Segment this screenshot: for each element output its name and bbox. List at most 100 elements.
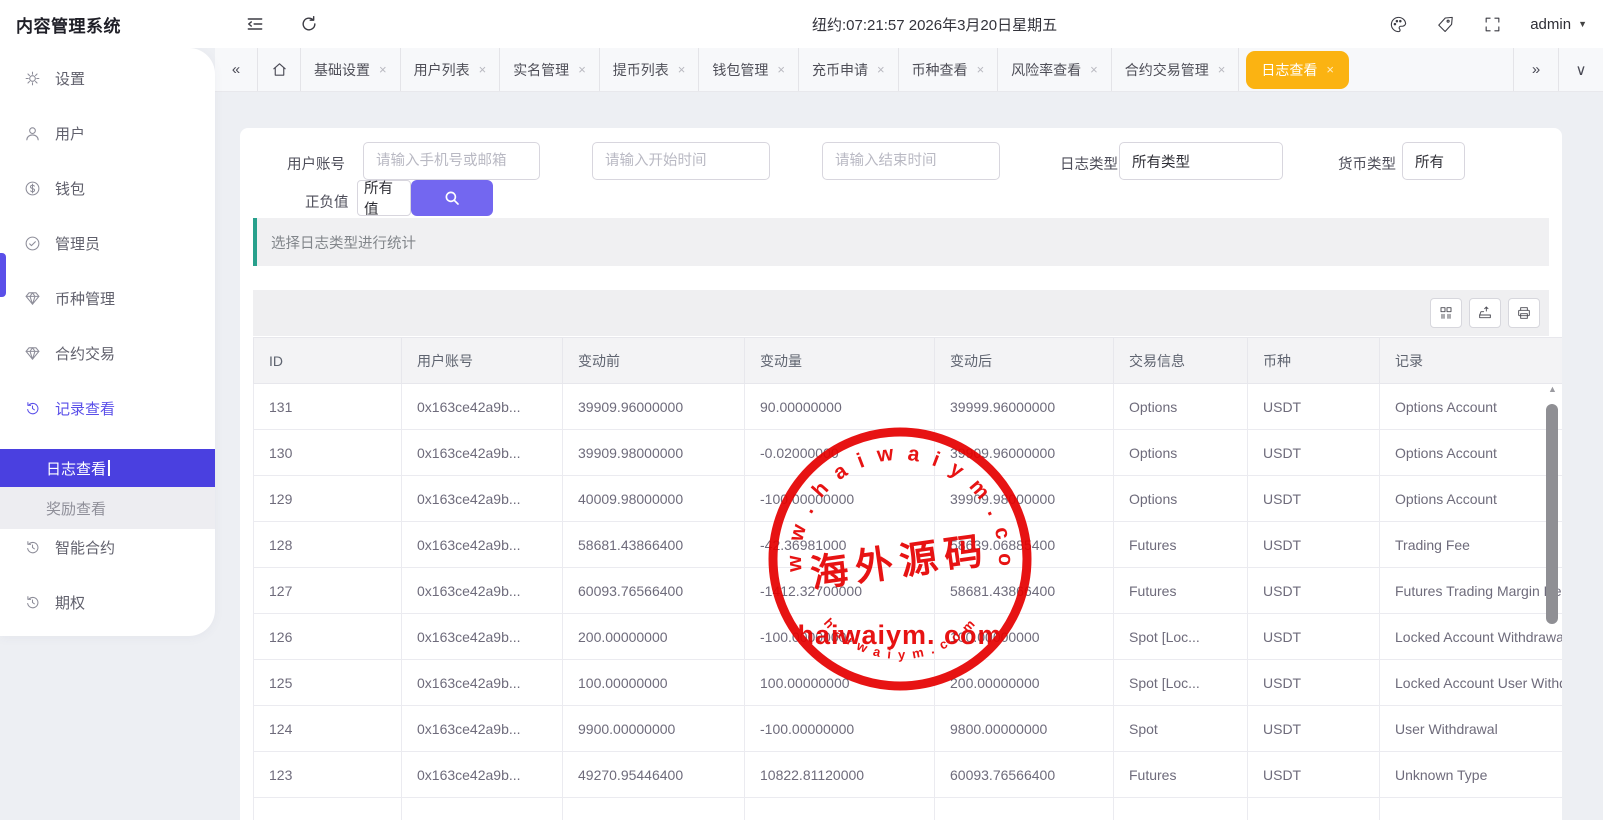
tabs-scroll-right-button[interactable]: » xyxy=(1513,48,1558,91)
cell-before: 9900.00000000 xyxy=(563,706,745,752)
column-header-change: 变动量 xyxy=(745,338,935,384)
sidebar-item-log-view[interactable]: 日志查看 xyxy=(0,449,215,487)
tab-contract-trade-mgmt[interactable]: 合约交易管理× xyxy=(1112,48,1240,91)
top-bar: 内容管理系统 纽约:07:21:57 2026年3月20日星期五 admin ▼ xyxy=(0,0,1603,48)
column-header-trade-info: 交易信息 xyxy=(1114,338,1248,384)
home-tab-button[interactable] xyxy=(258,48,301,91)
close-icon[interactable]: × xyxy=(578,62,586,77)
sidebar-item-reward-view[interactable]: 奖励查看 xyxy=(0,487,215,529)
end-time-input[interactable] xyxy=(822,142,1000,180)
close-icon[interactable]: × xyxy=(1218,62,1226,77)
refresh-button[interactable] xyxy=(299,14,319,34)
start-time-input[interactable] xyxy=(592,142,770,180)
tab-label: 日志查看 xyxy=(1261,60,1317,80)
sidebar-item-smart-contract[interactable]: 智能合约 xyxy=(0,533,215,561)
tab-wallet-mgmt[interactable]: 钱包管理× xyxy=(699,48,799,91)
sidebar-item-label: 钱包 xyxy=(55,178,85,199)
app-title: 内容管理系统 xyxy=(0,12,215,37)
cell-coin: USDT xyxy=(1248,384,1380,430)
wallet-icon xyxy=(24,180,41,197)
tab-basic-settings[interactable]: 基础设置× xyxy=(301,48,401,91)
tag-button[interactable] xyxy=(1436,15,1455,34)
tab-log-view[interactable]: 日志查看 × xyxy=(1246,51,1349,89)
table-scrollbar: ▲ xyxy=(1546,382,1559,820)
close-icon[interactable]: × xyxy=(479,62,487,77)
sidebar-item-coin-mgmt[interactable]: 币种管理 xyxy=(0,284,215,312)
cell-change: -0.02000000 xyxy=(745,430,935,476)
close-icon[interactable]: × xyxy=(678,62,686,77)
export-button[interactable] xyxy=(1469,298,1501,328)
chevron-down-icon: ∨ xyxy=(1576,61,1587,79)
cell-after: 39909.98000000 xyxy=(935,476,1114,522)
cell-id: 129 xyxy=(254,476,402,522)
cell-record: Options Account xyxy=(1380,384,1563,430)
tab-kyc-mgmt[interactable]: 实名管理× xyxy=(500,48,600,91)
table-row[interactable]: 1300x163ce42a9b...39909.98000000-0.02000… xyxy=(254,430,1563,476)
search-icon xyxy=(443,189,461,207)
table-row[interactable]: 1250x163ce42a9b...100.00000000100.000000… xyxy=(254,660,1563,706)
table-row[interactable]: 1280x163ce42a9b...58681.43866400-42.3698… xyxy=(254,522,1563,568)
tab-withdraw-list[interactable]: 提币列表× xyxy=(600,48,700,91)
tabs-menu-button[interactable]: ∨ xyxy=(1558,48,1603,91)
menu-fold-icon xyxy=(245,14,265,34)
column-visibility-button[interactable] xyxy=(1430,298,1462,328)
cell-record: User Withdrawal xyxy=(1380,706,1563,752)
table-row[interactable]: 1260x163ce42a9b...200.00000000-100.00000… xyxy=(254,614,1563,660)
sidebar-item-contract-trade[interactable]: 合约交易 xyxy=(0,339,215,367)
sidebar-item-wallet[interactable]: 钱包 xyxy=(0,174,215,202)
close-icon[interactable]: × xyxy=(1326,62,1334,77)
cell-after: 58639.06885400 xyxy=(935,522,1114,568)
close-icon[interactable]: × xyxy=(379,62,387,77)
table-row[interactable]: 1310x163ce42a9b...39909.9600000090.00000… xyxy=(254,384,1563,430)
table-row[interactable]: 1270x163ce42a9b...60093.76566400-1412.32… xyxy=(254,568,1563,614)
sidebar-item-record-view[interactable]: 记录查看 xyxy=(0,394,215,422)
close-icon[interactable]: × xyxy=(777,62,785,77)
cell-record: Options Account xyxy=(1380,430,1563,476)
cell-before: 49270.95446400 xyxy=(563,752,745,798)
export-icon xyxy=(1477,305,1493,321)
cell-change: -1412.32700000 xyxy=(745,568,935,614)
log-type-select[interactable]: 所有类型 xyxy=(1119,142,1283,180)
cell-coin: USDT xyxy=(1248,476,1380,522)
currency-type-select[interactable]: 所有 xyxy=(1402,142,1465,180)
cell-account: 0x163ce42a9b... xyxy=(402,660,563,706)
table-body: 1310x163ce42a9b...39909.9600000090.00000… xyxy=(254,384,1563,820)
table-row[interactable]: 1230x163ce42a9b...49270.9544640010822.81… xyxy=(254,752,1563,798)
sidebar-item-settings[interactable]: 设置 xyxy=(0,64,215,92)
account-input[interactable] xyxy=(363,142,540,180)
cell-trade-info: Spot [Loc... xyxy=(1114,660,1248,706)
tab-risk-rate-view[interactable]: 风险率查看× xyxy=(998,48,1112,91)
sidebar-item-label: 设置 xyxy=(55,68,85,89)
cell-coin: USDT xyxy=(1248,522,1380,568)
tab-deposit-requests[interactable]: 充币申请× xyxy=(799,48,899,91)
close-icon[interactable]: × xyxy=(1090,62,1098,77)
close-icon[interactable]: × xyxy=(977,62,985,77)
log-type-value: 所有类型 xyxy=(1132,151,1190,172)
scrollbar-thumb[interactable] xyxy=(1546,404,1558,624)
cell-after: 9800.00000000 xyxy=(935,706,1114,752)
search-button[interactable] xyxy=(411,180,493,216)
table-row-partial xyxy=(254,798,1563,820)
fullscreen-button[interactable] xyxy=(1483,15,1502,34)
table-header-row: ID用户账号变动前变动量变动后交易信息币种记录创建时间 xyxy=(254,338,1563,384)
cell-before: 100.00000000 xyxy=(563,660,745,706)
close-icon[interactable]: × xyxy=(877,62,885,77)
table-row[interactable]: 1290x163ce42a9b...40009.98000000-100.000… xyxy=(254,476,1563,522)
tab-user-list[interactable]: 用户列表× xyxy=(401,48,501,91)
sign-select[interactable]: 所有值 xyxy=(357,180,411,216)
page: { "topbar": { "app_title": "内容管理系统", "cl… xyxy=(0,0,1603,820)
sidebar-item-options[interactable]: 期权 xyxy=(0,588,215,616)
tab-coin-view[interactable]: 币种查看 × xyxy=(899,48,999,91)
print-button[interactable] xyxy=(1508,298,1540,328)
sidebar-item-admins[interactable]: 管理员 xyxy=(0,229,215,257)
theme-button[interactable] xyxy=(1389,15,1408,34)
tab-label: 币种查看 xyxy=(912,60,968,80)
scroll-up-icon[interactable]: ▲ xyxy=(1546,382,1559,396)
sidebar-collapse-button[interactable] xyxy=(245,14,265,34)
cell-record: Locked Account Withdrawal Success xyxy=(1380,614,1563,660)
tabs-scroll-left-button[interactable]: « xyxy=(215,48,258,91)
admin-dropdown[interactable]: admin ▼ xyxy=(1530,16,1587,33)
sidebar-item-users[interactable]: 用户 xyxy=(0,119,215,147)
cell-record: Futures Trading Margin Deduction xyxy=(1380,568,1563,614)
table-row[interactable]: 1240x163ce42a9b...9900.00000000-100.0000… xyxy=(254,706,1563,752)
